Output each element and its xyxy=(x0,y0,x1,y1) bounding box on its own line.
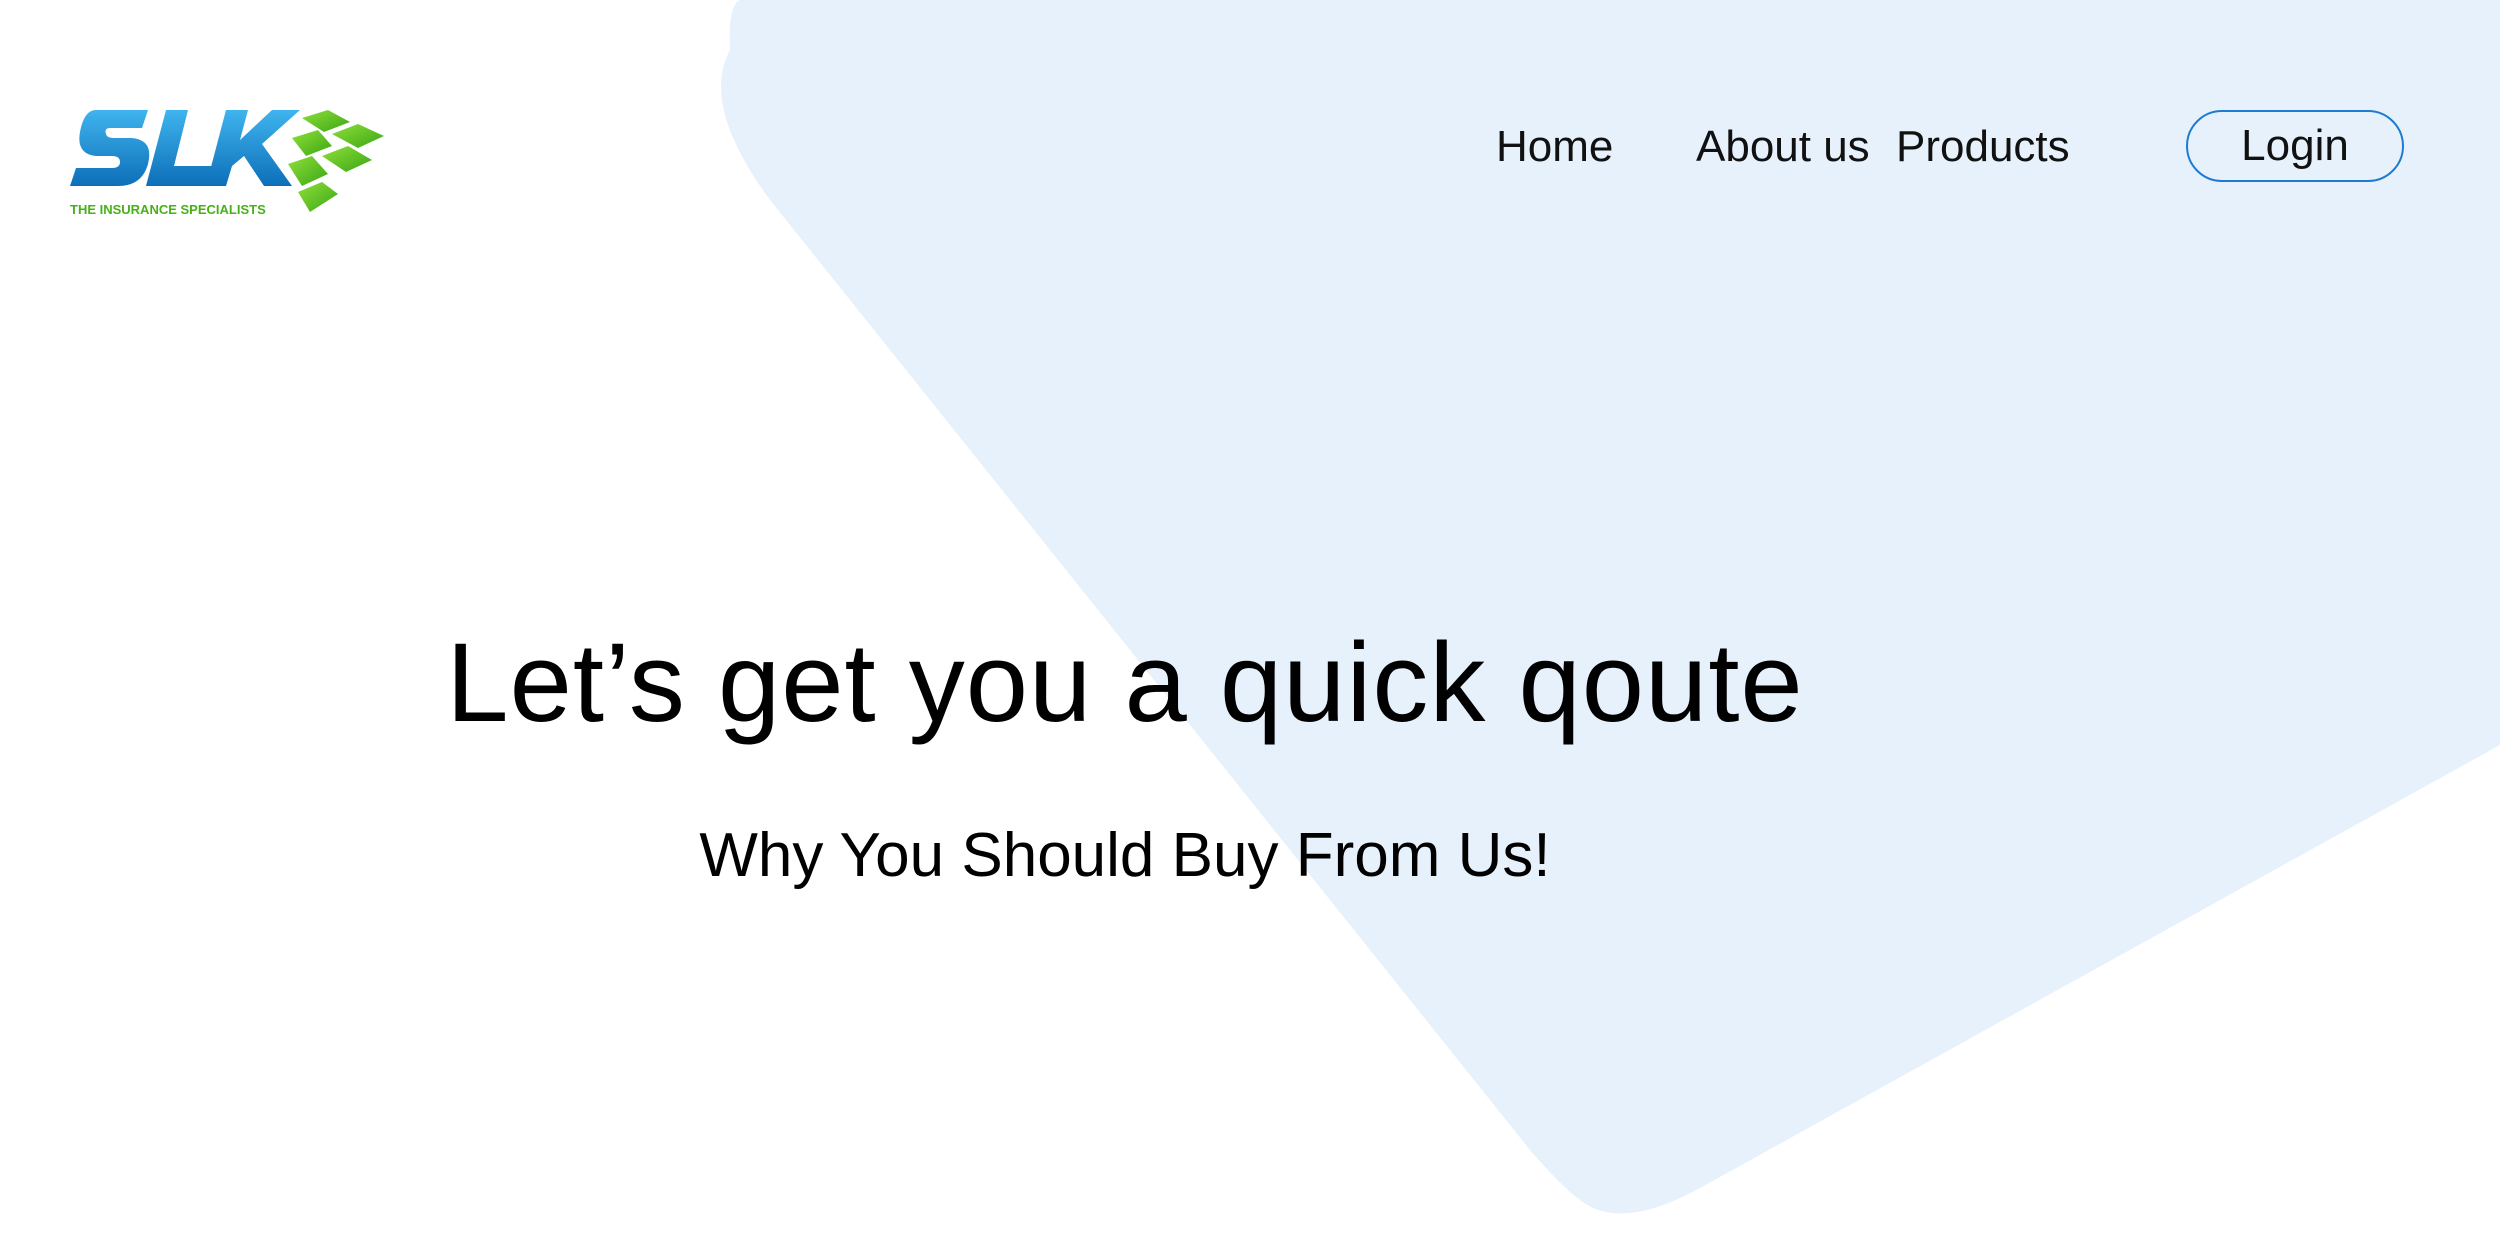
logo-tagline: THE INSURANCE SPECIALISTS xyxy=(70,202,266,217)
nav-products-link[interactable]: Products xyxy=(1896,120,2070,174)
hero-subtitle: Why You Should Buy From Us! xyxy=(699,821,1551,890)
nav-about-link[interactable]: About us xyxy=(1696,120,1870,174)
nav-home-link[interactable]: Home xyxy=(1496,120,1613,174)
login-button[interactable]: Login xyxy=(2186,110,2404,182)
main-navigation: Home About us Products Login xyxy=(0,110,2500,190)
hero-title: Let’s get you a quick qoute xyxy=(446,620,1804,745)
landing-page: THE INSURANCE SPECIALISTS Home About us … xyxy=(0,0,2500,1240)
